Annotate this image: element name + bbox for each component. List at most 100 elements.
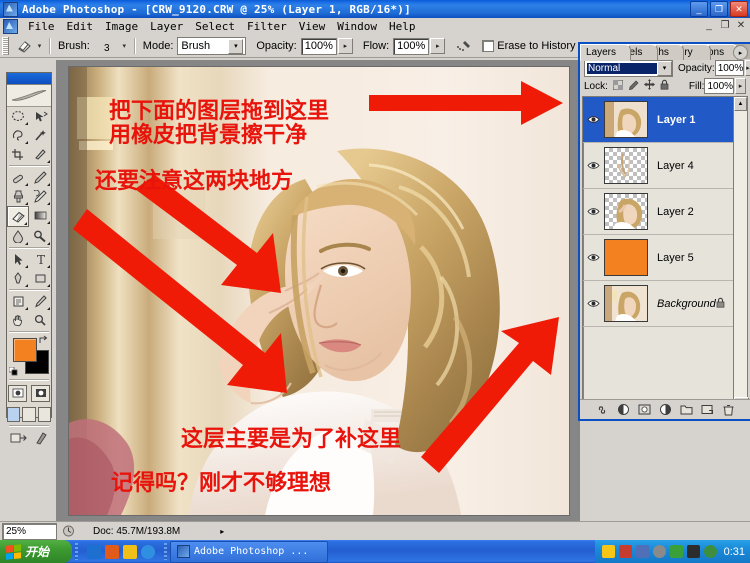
path-selection-tool-button[interactable]	[7, 250, 29, 269]
taskbar-clock[interactable]: 0:31	[724, 546, 745, 558]
restore-button[interactable]: ❐	[710, 1, 728, 17]
lock-transparent-pixels-icon[interactable]	[612, 79, 624, 93]
crop-tool-button[interactable]	[7, 145, 29, 164]
flow-slider-button[interactable]: ▸	[430, 38, 446, 54]
layer-visibility-toggle[interactable]	[583, 115, 603, 124]
table-row[interactable]: Layer 5	[583, 235, 733, 281]
layer-fill-slider-button[interactable]: ▸	[735, 78, 746, 94]
tray-messenger-icon[interactable]	[601, 545, 615, 558]
menu-layer[interactable]: Layer	[144, 19, 189, 34]
minimize-button[interactable]: _	[690, 1, 708, 17]
brush-picker-chevron-icon[interactable]: ▾	[120, 37, 129, 55]
shape-tool-button[interactable]	[29, 269, 51, 288]
eraser-tool-button[interactable]	[7, 206, 29, 227]
clone-stamp-tool-button[interactable]	[7, 187, 29, 206]
tray-update-icon[interactable]	[703, 545, 717, 558]
marquee-tool-button[interactable]	[7, 107, 29, 126]
tray-volume-icon[interactable]	[652, 545, 666, 558]
toolbox-titlebar[interactable]	[7, 73, 51, 85]
table-row[interactable]: Layer 2	[583, 189, 733, 235]
document-canvas[interactable]: 把下面的图层拖到这里 用橡皮把背景擦干净 还要注意这两块地方 这层主要是为了补这…	[68, 66, 570, 516]
lock-image-pixels-icon[interactable]	[628, 80, 639, 93]
status-menu-arrow-icon[interactable]: ▸	[220, 527, 224, 536]
layer-opacity-slider-button[interactable]: ▸	[745, 60, 750, 76]
blend-mode-select[interactable]: Normal ▾	[584, 59, 673, 77]
new-layer-button[interactable]	[700, 403, 714, 417]
options-bar-grip[interactable]	[2, 37, 9, 55]
erase-to-history-group[interactable]: Erase to History	[482, 40, 576, 52]
layer-thumbnail[interactable]	[604, 239, 648, 276]
gradient-tool-button[interactable]	[29, 206, 51, 225]
close-button[interactable]: ✕	[730, 1, 748, 17]
brush-size-value[interactable]: 3	[94, 38, 120, 54]
layer-thumbnail[interactable]	[604, 101, 648, 138]
menu-edit[interactable]: Edit	[61, 19, 100, 34]
eyedropper-tool-button[interactable]	[29, 292, 51, 311]
doc-minimize-button[interactable]: _	[702, 20, 716, 31]
pen-tool-button[interactable]	[7, 269, 29, 288]
quicklaunch-media-icon[interactable]	[105, 544, 119, 559]
brush-tool-button[interactable]	[29, 168, 51, 187]
delete-layer-button[interactable]	[721, 403, 735, 417]
zoom-level-input[interactable]: 25%	[2, 522, 57, 540]
tray-antivirus-icon[interactable]	[669, 545, 683, 558]
layer-opacity-input[interactable]: 100%	[714, 60, 745, 76]
flow-input[interactable]: 100%	[393, 37, 430, 55]
menu-image[interactable]: Image	[99, 19, 144, 34]
quicklaunch-explorer-icon[interactable]	[141, 544, 155, 559]
doc-restore-button[interactable]: ❐	[718, 20, 732, 31]
imageready-icon[interactable]	[34, 431, 48, 448]
notes-tool-button[interactable]	[7, 292, 29, 311]
table-row[interactable]: Background	[583, 281, 733, 327]
layer-name[interactable]: Layer 1	[657, 114, 696, 126]
standard-screen-icon[interactable]	[7, 406, 21, 422]
adjustment-layer-button[interactable]	[658, 403, 672, 417]
lock-all-icon[interactable]	[660, 79, 669, 93]
layers-scrollbar[interactable]: ▲ ▼	[733, 96, 749, 412]
full-screen-icon[interactable]	[37, 406, 51, 422]
link-layers-button[interactable]	[595, 403, 609, 417]
reset-colors-icon[interactable]	[8, 366, 18, 376]
layer-style-button[interactable]	[616, 403, 630, 417]
taskbar-item-photoshop[interactable]: Adobe Photoshop ...	[170, 540, 328, 563]
mode-select[interactable]: Brush ▾	[177, 37, 247, 55]
start-button[interactable]: 开始	[0, 540, 72, 563]
airbrush-icon[interactable]	[453, 37, 475, 55]
layer-name[interactable]: Background	[657, 298, 716, 310]
dodge-tool-button[interactable]	[29, 227, 51, 246]
tool-preset-chevron-icon[interactable]: ▾	[35, 37, 44, 55]
opacity-slider-button[interactable]: ▸	[337, 38, 353, 54]
layer-name[interactable]: Layer 2	[657, 206, 694, 218]
zoom-tool-button[interactable]	[29, 311, 51, 330]
chevron-down-icon[interactable]: ▾	[228, 38, 244, 54]
eraser-icon[interactable]	[13, 37, 35, 55]
quicklaunch-ie-icon[interactable]	[87, 544, 101, 559]
quick-mask-mode-icon[interactable]	[31, 384, 50, 402]
hand-tool-button[interactable]	[7, 311, 29, 330]
quicklaunch-clock-icon[interactable]	[123, 544, 137, 559]
swap-colors-icon[interactable]	[38, 335, 49, 346]
menu-view[interactable]: View	[293, 19, 332, 34]
layer-fill-input[interactable]: 100%	[704, 78, 735, 94]
type-tool-button[interactable]: T	[29, 250, 51, 269]
menu-help[interactable]: Help	[383, 19, 422, 34]
layer-visibility-toggle[interactable]	[583, 161, 603, 170]
standard-mode-icon[interactable]	[8, 384, 27, 402]
menu-file[interactable]: File	[22, 19, 61, 34]
full-screen-menubar-icon[interactable]	[22, 406, 36, 422]
layer-visibility-toggle[interactable]	[583, 299, 603, 308]
slice-tool-button[interactable]	[29, 145, 51, 164]
tray-display-icon[interactable]	[686, 545, 700, 558]
layer-visibility-toggle[interactable]	[583, 207, 603, 216]
layers-list[interactable]: Layer 1 Layer 4 Layer 2 Layer 5 Backgrou…	[582, 96, 734, 412]
menu-select[interactable]: Select	[189, 19, 241, 34]
erase-to-history-checkbox[interactable]	[482, 40, 495, 52]
foreground-color-swatch[interactable]	[13, 338, 37, 362]
layer-visibility-toggle[interactable]	[583, 253, 603, 262]
layer-thumbnail[interactable]	[604, 285, 648, 322]
table-row[interactable]: Layer 1	[583, 97, 733, 143]
menu-filter[interactable]: Filter	[241, 19, 293, 34]
tab-layers[interactable]: Layers	[580, 44, 631, 61]
healing-brush-tool-button[interactable]	[7, 168, 29, 187]
magic-wand-tool-button[interactable]	[29, 126, 51, 145]
